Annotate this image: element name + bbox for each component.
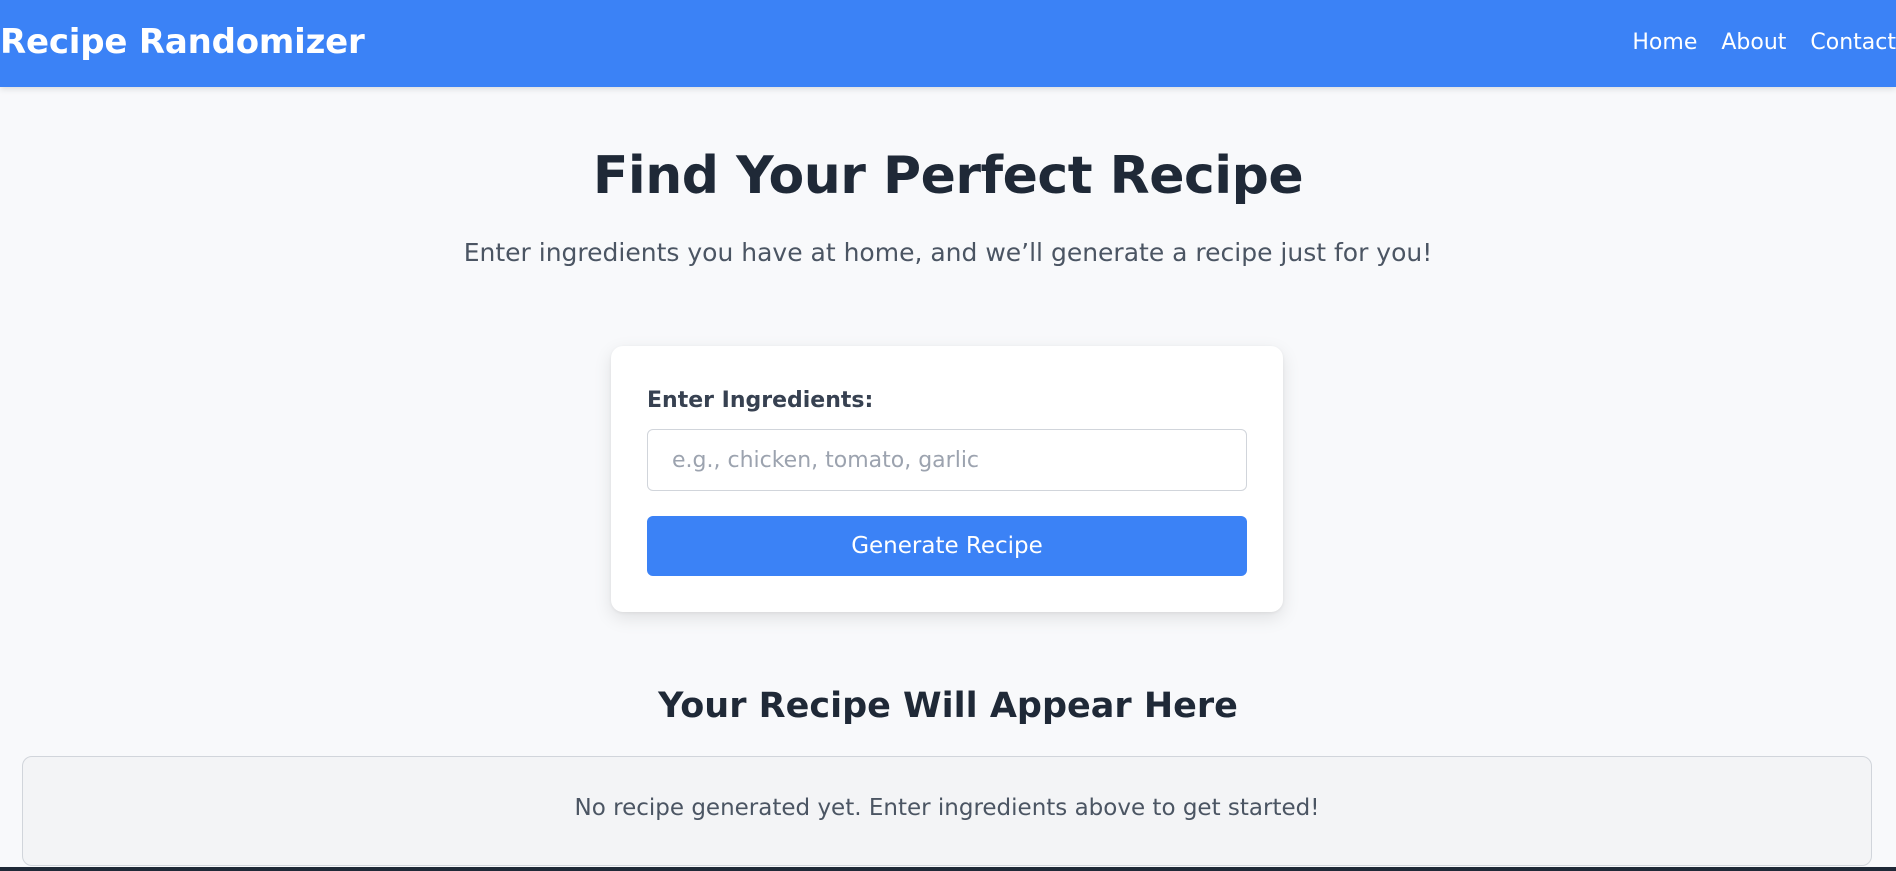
- window-bottom-border: [0, 867, 1896, 871]
- brand-logo-text[interactable]: Recipe Randomizer: [0, 0, 365, 84]
- nav-link-contact[interactable]: Contact: [1810, 30, 1896, 55]
- recipe-result-panel: No recipe generated yet. Enter ingredien…: [22, 756, 1872, 866]
- ingredients-label: Enter Ingredients:: [647, 388, 874, 413]
- recipe-result-heading: Your Recipe Will Appear Here: [658, 686, 1238, 726]
- ingredient-form-card: Enter Ingredients: Generate Recipe: [611, 346, 1283, 612]
- nav-link-about[interactable]: About: [1721, 30, 1786, 55]
- page-title: Find Your Perfect Recipe: [592, 146, 1304, 206]
- generate-recipe-button[interactable]: Generate Recipe: [647, 516, 1247, 576]
- page-subtitle: Enter ingredients you have at home, and …: [463, 238, 1433, 267]
- ingredients-input[interactable]: [647, 429, 1247, 491]
- nav-links: Home About Contact: [1632, 0, 1896, 84]
- nav-link-home[interactable]: Home: [1632, 30, 1697, 55]
- top-navbar: Recipe Randomizer Home About Contact: [0, 0, 1896, 87]
- recipe-empty-message: No recipe generated yet. Enter ingredien…: [574, 795, 1320, 821]
